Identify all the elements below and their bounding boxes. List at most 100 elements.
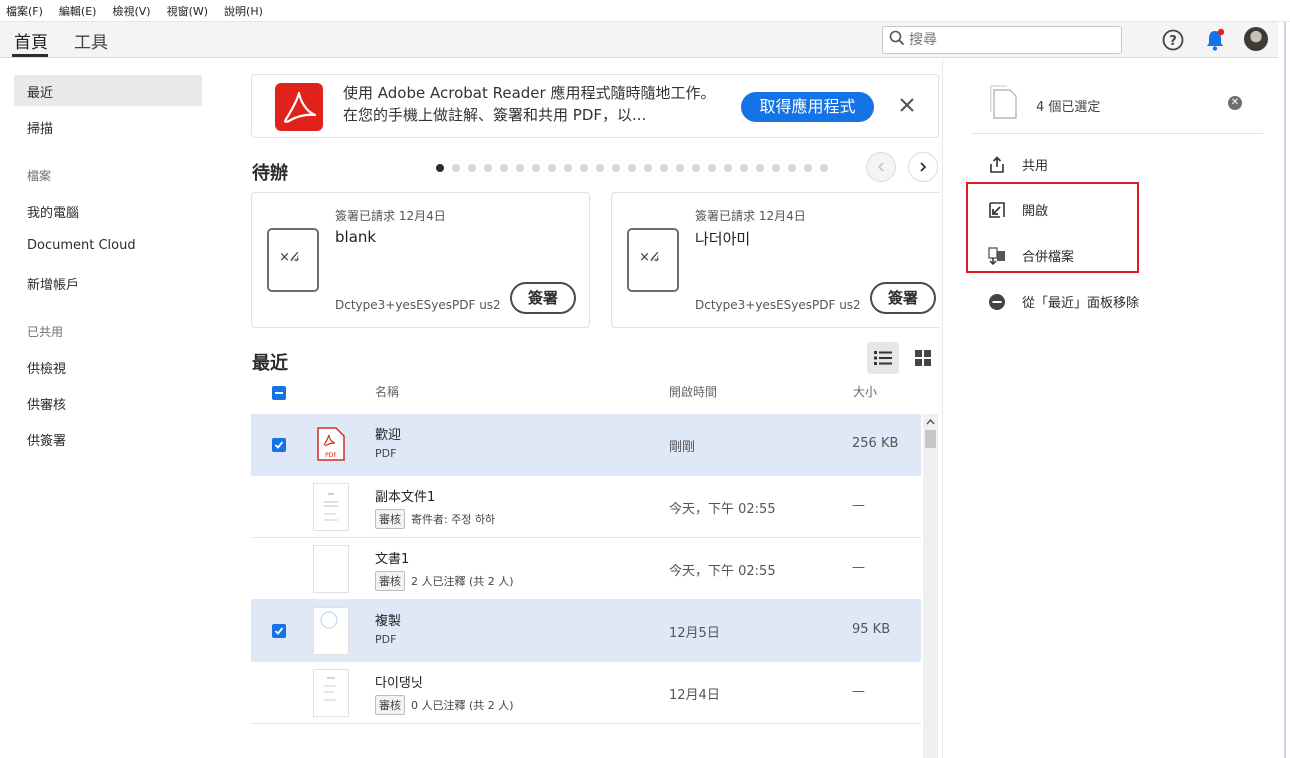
sidebar-item-add-account[interactable]: 新增帳戶 [14, 267, 202, 298]
menu-file[interactable]: 檔案(F) [6, 3, 43, 19]
search-input[interactable] [909, 32, 1109, 48]
file-name: 다이댕닛 [375, 676, 423, 691]
carousel-dot[interactable] [580, 164, 588, 172]
carousel-dot[interactable] [532, 164, 540, 172]
action-remove-from-recent[interactable]: 從「最近」面板移除 [988, 292, 1139, 311]
sidebar-heading-shared: 已共用 [27, 325, 64, 339]
file-size: — [852, 498, 865, 513]
table-row[interactable]: 複製 PDF 12月5日 95 KB [251, 600, 921, 662]
card-sender: Dctype3+yesESyesPDF us2 [335, 298, 501, 312]
file-meta: PDF [375, 633, 396, 646]
file-size: 256 KB [852, 436, 899, 451]
carousel-prev-button[interactable] [866, 152, 896, 182]
carousel-dot[interactable] [788, 164, 796, 172]
column-header-size[interactable]: 大小 [853, 383, 877, 400]
acrobat-logo-icon [275, 83, 323, 131]
panel-divider [971, 133, 1263, 134]
sidebar-item-for-viewing[interactable]: 供檢視 [14, 351, 202, 382]
sidebar-item-my-computer[interactable]: 我的電腦 [14, 195, 202, 226]
opened-time: 剛剛 [669, 440, 696, 455]
file-name: 文書1 [375, 552, 410, 567]
carousel-dot[interactable] [548, 164, 556, 172]
sign-button[interactable]: 簽署 [510, 282, 576, 314]
carousel-dot[interactable] [804, 164, 812, 172]
tab-tools[interactable]: 工具 [74, 28, 108, 53]
carousel-dot[interactable] [708, 164, 716, 172]
grid-view-button[interactable] [907, 342, 939, 374]
carousel-dot[interactable] [564, 164, 572, 172]
carousel-dot[interactable] [692, 164, 700, 172]
carousel-dot[interactable] [596, 164, 604, 172]
carousel-dot[interactable] [452, 164, 460, 172]
menu-view[interactable]: 檢視(V) [112, 3, 150, 19]
recent-title: 最近 [252, 353, 288, 374]
get-app-button[interactable]: 取得應用程式 [741, 92, 874, 122]
column-header-opened[interactable]: 開啟時間 [669, 383, 717, 400]
card-document-name: blank [335, 228, 377, 246]
table-row[interactable]: PDF 歡迎 PDF 剛剛 256 KB [251, 414, 921, 476]
action-share[interactable]: 共用 [988, 155, 1048, 174]
clear-selection-icon[interactable]: ✕ [1228, 96, 1242, 110]
todo-card[interactable]: ×𝓁𝓈 簽署已請求 12月4日 blank Dctype3+yesESyesPD… [251, 192, 590, 328]
action-share-label: 共用 [1022, 159, 1049, 174]
list-view-button[interactable] [867, 342, 899, 374]
grid-view-icon [915, 350, 931, 366]
sidebar-item-document-cloud[interactable]: Document Cloud [14, 231, 202, 262]
close-banner-icon[interactable] [900, 93, 914, 118]
row-checkbox[interactable] [272, 624, 286, 638]
carousel-dot[interactable] [756, 164, 764, 172]
select-all-checkbox[interactable] [272, 386, 286, 400]
active-tab-indicator [12, 54, 48, 57]
file-meta-text: 寄件者: 주정 하하 [411, 513, 496, 526]
carousel-dot[interactable] [500, 164, 508, 172]
window-edge [1284, 22, 1286, 758]
table-row[interactable]: 副本文件1 審核 寄件者: 주정 하하 今天，下午 02:55 — [251, 476, 921, 538]
file-meta: 審核 2 人已注釋 (共 2 人) [375, 571, 514, 591]
scroll-up-arrow-icon[interactable] [926, 417, 935, 428]
carousel-dot[interactable] [772, 164, 780, 172]
carousel-dot[interactable] [820, 164, 828, 172]
menu-window[interactable]: 視窗(W) [167, 3, 208, 19]
todo-card[interactable]: ×𝓁𝓈 簽署已請求 12月4日 나더아미 Dctype3+yesESyesPDF… [611, 192, 939, 328]
carousel-dot[interactable] [484, 164, 492, 172]
file-list-scrollbar[interactable] [923, 414, 938, 758]
sign-button[interactable]: 簽署 [870, 282, 936, 314]
search-icon [889, 30, 905, 50]
sidebar-item-for-review[interactable]: 供審核 [14, 387, 202, 418]
menu-help[interactable]: 說明(H) [224, 3, 263, 19]
sidebar-item-recent[interactable]: 最近 [14, 75, 202, 106]
help-icon[interactable]: ? [1162, 29, 1184, 55]
review-badge: 審核 [375, 571, 405, 591]
table-row[interactable]: 다이댕닛 審核 0 人已注釋 (共 2 人) 12月4日 — [251, 662, 921, 724]
user-avatar[interactable] [1244, 27, 1268, 51]
carousel-dot[interactable] [740, 164, 748, 172]
menu-edit[interactable]: 編輯(E) [59, 3, 97, 19]
carousel-dot[interactable] [628, 164, 636, 172]
tab-home[interactable]: 首頁 [14, 28, 48, 53]
opened-time: 12月5日 [669, 626, 720, 641]
notification-bell-icon[interactable] [1204, 28, 1226, 56]
scrollbar-thumb[interactable] [925, 430, 936, 448]
carousel-dot[interactable] [516, 164, 524, 172]
carousel-dot[interactable] [468, 164, 476, 172]
carousel-dot[interactable] [436, 164, 444, 172]
search-box[interactable] [882, 26, 1122, 54]
opened-time: 今天，下午 02:55 [669, 564, 776, 579]
carousel-dot[interactable] [644, 164, 652, 172]
review-badge: 審核 [375, 695, 405, 715]
carousel-next-button[interactable] [908, 152, 938, 182]
row-checkbox[interactable] [272, 438, 286, 452]
carousel-dot[interactable] [724, 164, 732, 172]
column-header-name[interactable]: 名稱 [375, 383, 399, 400]
carousel-dot[interactable] [676, 164, 684, 172]
sidebar-item-scan[interactable]: 掃描 [14, 111, 202, 142]
carousel-dot[interactable] [612, 164, 620, 172]
opened-time: 12月4日 [669, 688, 720, 703]
list-view-icon [874, 351, 892, 365]
table-row[interactable]: 文書1 審核 2 人已注釋 (共 2 人) 今天，下午 02:55 — [251, 538, 921, 600]
sidebar-item-for-signing[interactable]: 供簽署 [14, 423, 202, 454]
review-badge: 審核 [375, 509, 405, 529]
carousel-dot[interactable] [660, 164, 668, 172]
file-size: 95 KB [852, 622, 891, 637]
file-meta: 審核 寄件者: 주정 하하 [375, 509, 495, 529]
